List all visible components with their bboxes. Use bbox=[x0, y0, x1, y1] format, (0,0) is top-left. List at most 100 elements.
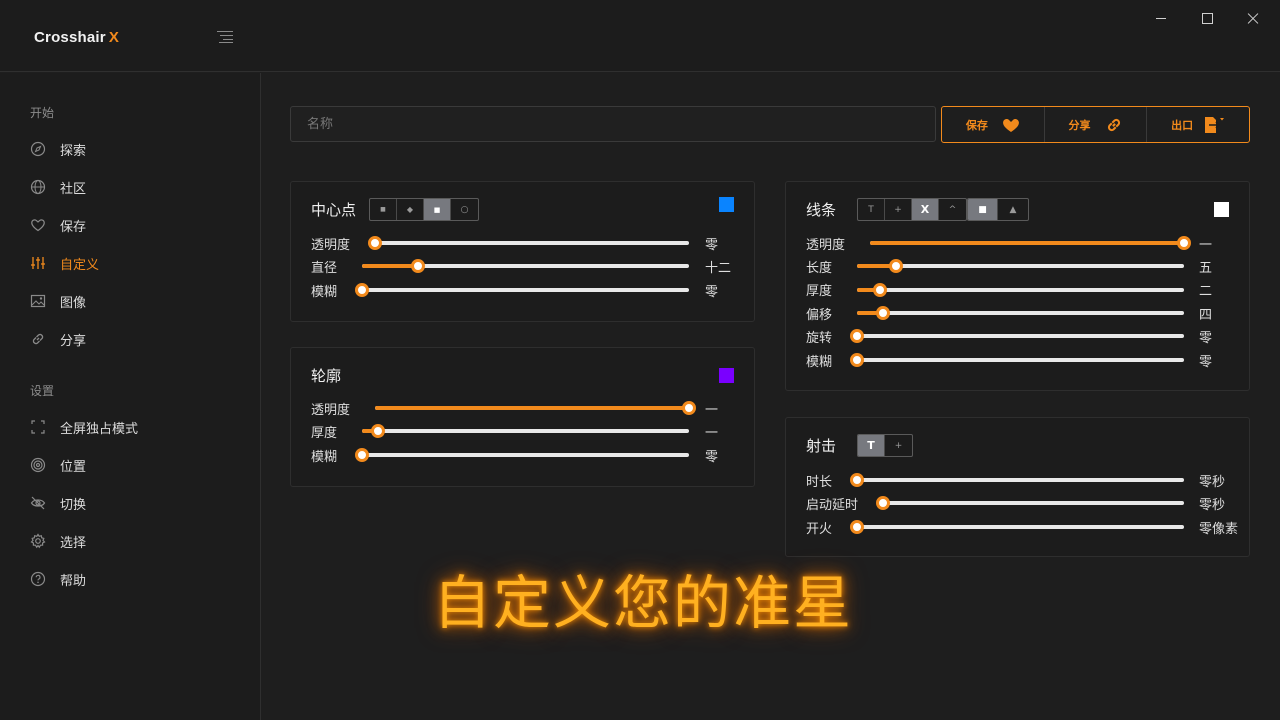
sidebar-item-customize[interactable]: 自定义 bbox=[30, 252, 99, 274]
slider-thumb[interactable] bbox=[355, 283, 369, 297]
eye-off-icon bbox=[30, 495, 46, 511]
sidebar-item-help[interactable]: 帮助 bbox=[30, 568, 86, 590]
sidebar-item-share[interactable]: 分享 bbox=[30, 328, 86, 350]
shape-circle[interactable]: ○ bbox=[451, 199, 478, 220]
slider-value: 零秒 bbox=[1199, 498, 1226, 513]
slider-label: 开火 bbox=[806, 522, 833, 537]
title-bar: Crosshair X bbox=[0, 0, 1280, 72]
blur-slider[interactable] bbox=[850, 353, 1184, 367]
slider-label: 模糊 bbox=[806, 355, 833, 370]
menu-icon[interactable] bbox=[217, 31, 233, 43]
slider-thumb[interactable] bbox=[682, 401, 696, 415]
sidebar-item-fullscreen[interactable]: 全屏独占模式 bbox=[30, 416, 138, 438]
slider-value: 零像素 bbox=[1199, 522, 1239, 537]
fire-slider[interactable] bbox=[850, 520, 1184, 534]
sidebar-item-options[interactable]: 选择 bbox=[30, 530, 86, 552]
blur-slider[interactable] bbox=[355, 283, 689, 297]
target-icon bbox=[30, 457, 46, 473]
length-slider[interactable] bbox=[857, 259, 1184, 273]
sliders-icon bbox=[30, 255, 46, 271]
slider-value: 一 bbox=[705, 426, 719, 441]
slider-label: 厚度 bbox=[311, 426, 338, 441]
line-style-x[interactable]: X bbox=[912, 199, 939, 220]
start-delay-slider[interactable] bbox=[876, 496, 1184, 510]
slider-thumb[interactable] bbox=[410, 259, 425, 273]
sidebar-item-toggle[interactable]: 切换 bbox=[30, 492, 86, 514]
outline-panel: 轮廓 透明度 一 厚度 一 模糊 零 bbox=[290, 347, 755, 487]
shooting-title: 射击 bbox=[806, 437, 837, 455]
slider-thumb[interactable] bbox=[872, 283, 887, 297]
heart-icon bbox=[30, 217, 46, 233]
diameter-slider[interactable] bbox=[362, 259, 689, 273]
share-button[interactable]: 分享 bbox=[1045, 107, 1148, 142]
line-style-t[interactable]: T bbox=[858, 199, 885, 220]
outline-color-swatch[interactable] bbox=[719, 368, 734, 383]
sidebar-item-explore[interactable]: 探索 bbox=[30, 138, 86, 160]
shape-square-small[interactable]: ■ bbox=[370, 199, 397, 220]
slider-value: 四 bbox=[1199, 308, 1213, 323]
slider-value: 一 bbox=[705, 403, 719, 418]
opacity-slider[interactable] bbox=[368, 236, 689, 250]
center-dot-panel: 中心点 ■ ◆ ■ ○ 透明度 零 直径 十二 模糊 零 bbox=[290, 181, 755, 322]
save-button[interactable]: 保存 bbox=[942, 107, 1045, 142]
sidebar-item-saved[interactable]: 保存 bbox=[30, 214, 86, 236]
slider-label: 直径 bbox=[311, 261, 338, 276]
maximize-icon[interactable] bbox=[1196, 10, 1218, 28]
slider-thumb[interactable] bbox=[850, 353, 864, 367]
save-label: 保存 bbox=[965, 118, 988, 132]
sidebar-item-label: 全屏独占模式 bbox=[60, 421, 139, 437]
globe-icon bbox=[30, 179, 46, 195]
slider-thumb[interactable] bbox=[368, 236, 382, 250]
shape-square[interactable]: ■ bbox=[424, 199, 451, 220]
slider-thumb[interactable] bbox=[371, 424, 386, 438]
slider-thumb[interactable] bbox=[850, 473, 864, 487]
slider-thumb[interactable] bbox=[1177, 236, 1191, 250]
slider-label: 模糊 bbox=[311, 285, 338, 300]
opacity-slider[interactable] bbox=[375, 401, 696, 415]
slider-label: 模糊 bbox=[311, 450, 338, 465]
slider-thumb[interactable] bbox=[889, 259, 904, 273]
slider-thumb[interactable] bbox=[850, 520, 864, 534]
slider-label: 旋转 bbox=[806, 331, 833, 346]
logo-accent: X bbox=[108, 29, 120, 46]
close-icon[interactable] bbox=[1242, 10, 1264, 28]
export-button[interactable]: 出口 bbox=[1147, 107, 1249, 142]
slider-thumb[interactable] bbox=[876, 496, 890, 510]
opacity-slider[interactable] bbox=[870, 236, 1191, 250]
app-logo: Crosshair X bbox=[34, 29, 119, 46]
logo-text: Crosshair bbox=[34, 29, 106, 46]
sidebar-item-community[interactable]: 社区 bbox=[30, 176, 86, 198]
cap-triangle[interactable]: ▲ bbox=[998, 199, 1028, 220]
name-input[interactable] bbox=[290, 106, 936, 142]
thickness-slider[interactable] bbox=[857, 283, 1184, 297]
slider-thumb[interactable] bbox=[876, 306, 891, 320]
offset-slider[interactable] bbox=[857, 306, 1184, 320]
outline-title: 轮廓 bbox=[311, 367, 342, 385]
compass-icon bbox=[30, 141, 46, 157]
thickness-slider[interactable] bbox=[362, 424, 689, 438]
slider-thumb[interactable] bbox=[355, 448, 369, 462]
lines-color-swatch[interactable] bbox=[1214, 202, 1229, 217]
duration-slider[interactable] bbox=[850, 473, 1184, 487]
rotation-slider[interactable] bbox=[850, 329, 1184, 343]
center-dot-color-swatch[interactable] bbox=[719, 197, 734, 212]
line-style-caret[interactable]: ^ bbox=[939, 199, 966, 220]
mode-plus[interactable]: + bbox=[885, 435, 912, 456]
slider-value: 零秒 bbox=[1199, 475, 1226, 490]
cap-square[interactable]: ■ bbox=[968, 199, 998, 220]
slider-thumb[interactable] bbox=[850, 329, 864, 343]
link-icon bbox=[1105, 116, 1123, 134]
slider-value: 零 bbox=[705, 238, 719, 253]
action-bar: 保存 分享 出口 bbox=[941, 106, 1250, 143]
slider-value: 零 bbox=[1199, 355, 1213, 370]
sidebar-item-images[interactable]: 图像 bbox=[30, 290, 86, 312]
mode-t[interactable]: T bbox=[858, 435, 885, 456]
shape-diamond[interactable]: ◆ bbox=[397, 199, 424, 220]
sidebar-item-label: 位置 bbox=[60, 459, 87, 475]
sidebar-item-position[interactable]: 位置 bbox=[30, 454, 86, 476]
line-style-plus[interactable]: + bbox=[885, 199, 912, 220]
minimize-icon[interactable] bbox=[1150, 10, 1172, 28]
gear-icon bbox=[30, 533, 46, 549]
blur-slider[interactable] bbox=[355, 448, 689, 462]
shooting-panel: 射击 T + 时长 零秒 启动延时 零秒 开火 零像素 bbox=[785, 417, 1250, 557]
